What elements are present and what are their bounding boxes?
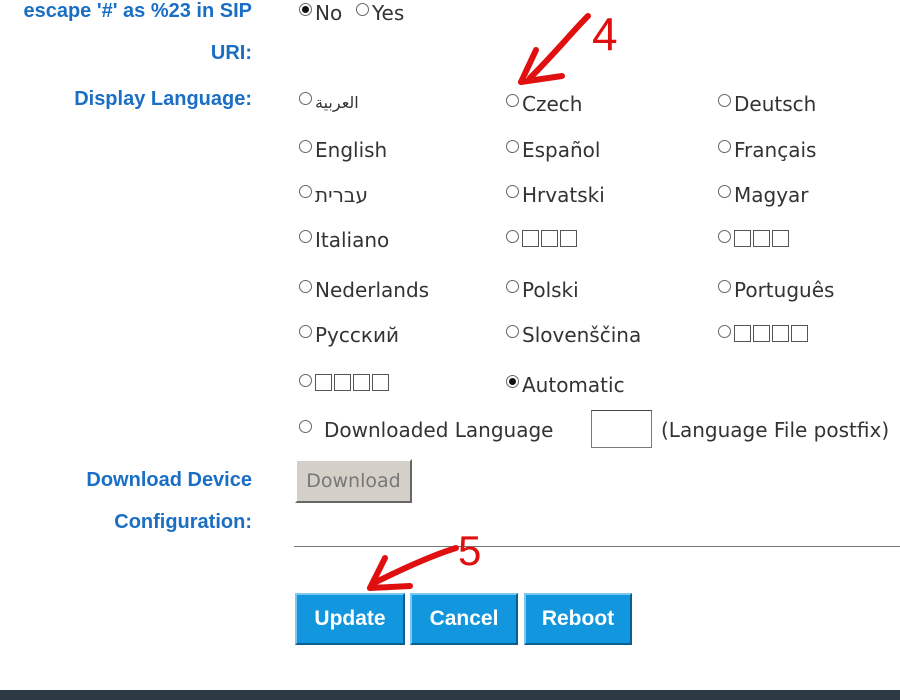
- radio-icon[interactable]: [718, 139, 731, 153]
- option-label: Yes: [372, 1, 405, 25]
- radio-icon[interactable]: [718, 324, 731, 338]
- lang-option-unrendered-4[interactable]: [299, 370, 391, 398]
- annotation-arrow-5: [367, 545, 459, 591]
- download-config-label: Download Device: [86, 469, 252, 491]
- sip-escape-yes[interactable]: Yes: [356, 0, 404, 27]
- option-label: Nederlands: [315, 278, 430, 302]
- lang-option-arabic[interactable]: العربية: [299, 88, 359, 116]
- missing-glyph-icon: [315, 372, 391, 396]
- radio-icon[interactable]: [299, 91, 312, 105]
- option-label: עברית: [315, 183, 368, 207]
- lang-option-polski[interactable]: Polski: [506, 276, 579, 304]
- option-label: Automatic: [522, 373, 625, 397]
- annotation-step-4: 4: [592, 8, 618, 60]
- lang-option-automatic[interactable]: Automatic: [506, 371, 625, 399]
- radio-icon[interactable]: [299, 184, 312, 198]
- lang-option-deutsch[interactable]: Deutsch: [718, 90, 816, 118]
- option-label: Italiano: [315, 228, 390, 252]
- radio-icon[interactable]: [506, 184, 519, 198]
- reboot-button[interactable]: Reboot: [524, 593, 632, 645]
- option-label: العربية: [315, 92, 359, 112]
- radio-icon[interactable]: [299, 373, 312, 387]
- lang-option-magyar[interactable]: Magyar: [718, 181, 809, 209]
- lang-option-unrendered-1[interactable]: [506, 226, 579, 254]
- lang-option-espanol[interactable]: Español: [506, 136, 600, 164]
- sip-escape-label: escape '#' as %23 in SIP: [23, 0, 252, 22]
- option-label: Español: [522, 138, 601, 162]
- sip-escape-no[interactable]: No: [299, 0, 342, 27]
- radio-icon[interactable]: [718, 93, 731, 107]
- lang-option-hrvatski[interactable]: Hrvatski: [506, 181, 605, 209]
- radio-icon[interactable]: [718, 279, 731, 293]
- divider: [294, 546, 900, 547]
- option-label: No: [315, 1, 343, 25]
- lang-option-nederlands[interactable]: Nederlands: [299, 276, 429, 304]
- option-label: English: [315, 138, 388, 162]
- annotation-step-5: 5: [458, 527, 481, 574]
- radio-icon[interactable]: [506, 139, 519, 153]
- radio-icon[interactable]: [299, 419, 312, 433]
- lang-option-czech[interactable]: Czech: [506, 90, 582, 118]
- radio-icon[interactable]: [506, 229, 519, 243]
- radio-icon[interactable]: [718, 229, 731, 243]
- option-label: Downloaded Language: [324, 418, 554, 442]
- option-label: Magyar: [734, 183, 809, 207]
- annotation-arrow-4: [518, 13, 591, 85]
- language-postfix-input[interactable]: [591, 410, 652, 448]
- lang-option-downloaded[interactable]: Downloaded Language: [299, 416, 553, 444]
- lang-option-unrendered-3[interactable]: [718, 321, 810, 349]
- option-label: Français: [734, 138, 817, 162]
- download-config-label-2: Configuration:: [114, 511, 252, 533]
- option-label: Hrvatski: [522, 183, 605, 207]
- lang-option-unrendered-2[interactable]: [718, 226, 791, 254]
- missing-glyph-icon: [522, 228, 579, 252]
- radio-icon[interactable]: [506, 324, 519, 338]
- option-label: Português: [734, 278, 835, 302]
- lang-option-slovenscina[interactable]: Slovenščina: [506, 321, 641, 349]
- option-label: Polski: [522, 278, 579, 302]
- missing-glyph-icon: [734, 228, 791, 252]
- lang-option-francais[interactable]: Français: [718, 136, 816, 164]
- radio-icon[interactable]: [356, 2, 369, 16]
- lang-option-russian[interactable]: Русский: [299, 321, 399, 349]
- option-label: Deutsch: [734, 92, 817, 116]
- postfix-note: (Language File postfix): [661, 418, 890, 442]
- radio-icon[interactable]: [299, 139, 312, 153]
- update-button[interactable]: Update: [295, 593, 405, 645]
- lang-option-english[interactable]: English: [299, 136, 387, 164]
- radio-icon[interactable]: [718, 184, 731, 198]
- radio-icon[interactable]: [299, 229, 312, 243]
- footer-bar: [0, 690, 900, 700]
- radio-icon[interactable]: [299, 279, 312, 293]
- sip-escape-label-uri: URI:: [210, 42, 252, 64]
- option-label: Slovenščina: [522, 323, 642, 347]
- download-button[interactable]: Download: [295, 459, 412, 503]
- lang-option-italiano[interactable]: Italiano: [299, 226, 389, 254]
- cancel-button[interactable]: Cancel: [410, 593, 518, 645]
- option-label: Czech: [522, 92, 583, 116]
- radio-icon[interactable]: [506, 279, 519, 293]
- radio-icon[interactable]: [506, 374, 519, 388]
- lang-option-portugues[interactable]: Português: [718, 276, 834, 304]
- radio-icon[interactable]: [299, 2, 312, 16]
- option-label: Русский: [315, 323, 399, 347]
- radio-icon[interactable]: [299, 324, 312, 338]
- display-language-label: Display Language:: [74, 88, 252, 110]
- radio-icon[interactable]: [506, 93, 519, 107]
- missing-glyph-icon: [734, 323, 810, 347]
- lang-option-hebrew[interactable]: עברית: [299, 181, 368, 209]
